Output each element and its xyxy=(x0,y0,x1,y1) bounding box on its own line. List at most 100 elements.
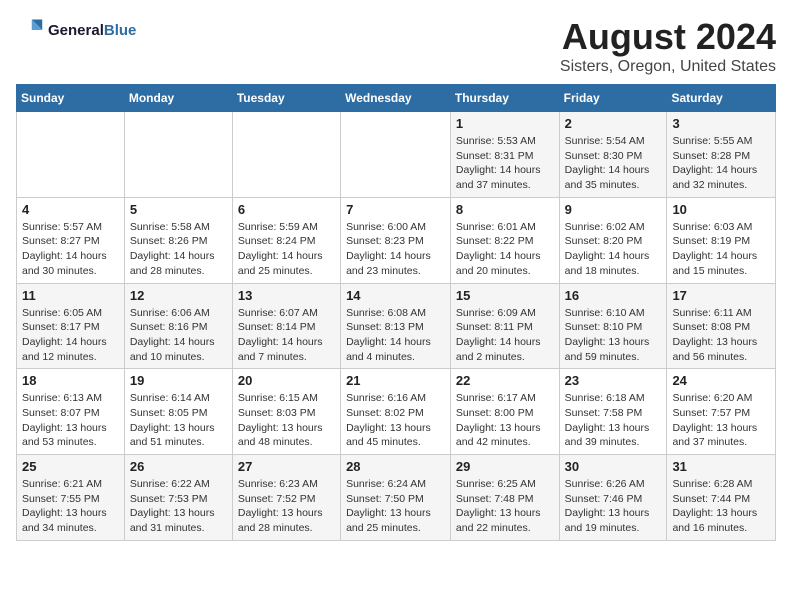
day-info: Sunrise: 6:20 AM Sunset: 7:57 PM Dayligh… xyxy=(672,391,770,450)
calendar-cell: 29 Sunrise: 6:25 AM Sunset: 7:48 PM Dayli… xyxy=(450,455,559,541)
calendar-cell xyxy=(124,112,232,198)
day-number: 30 xyxy=(565,459,662,474)
page-header: GeneralBlue August 2024 Sisters, Oregon,… xyxy=(16,16,776,76)
calendar-cell: 2 Sunrise: 5:54 AM Sunset: 8:30 PM Daylig… xyxy=(559,112,667,198)
logo: GeneralBlue xyxy=(16,16,136,44)
day-number: 28 xyxy=(346,459,445,474)
day-number: 4 xyxy=(22,202,119,217)
calendar-cell: 26 Sunrise: 6:22 AM Sunset: 7:53 PM Dayli… xyxy=(124,455,232,541)
day-info: Sunrise: 6:10 AM Sunset: 8:10 PM Dayligh… xyxy=(565,306,662,365)
day-number: 27 xyxy=(238,459,335,474)
calendar-cell: 24 Sunrise: 6:20 AM Sunset: 7:57 PM Dayli… xyxy=(667,369,776,455)
day-info: Sunrise: 6:26 AM Sunset: 7:46 PM Dayligh… xyxy=(565,477,662,536)
day-info: Sunrise: 5:54 AM Sunset: 8:30 PM Dayligh… xyxy=(565,134,662,193)
day-info: Sunrise: 6:22 AM Sunset: 7:53 PM Dayligh… xyxy=(130,477,227,536)
calendar-cell: 19 Sunrise: 6:14 AM Sunset: 8:05 PM Dayli… xyxy=(124,369,232,455)
day-number: 2 xyxy=(565,116,662,131)
day-info: Sunrise: 6:23 AM Sunset: 7:52 PM Dayligh… xyxy=(238,477,335,536)
day-number: 8 xyxy=(456,202,554,217)
day-number: 21 xyxy=(346,373,445,388)
calendar-cell xyxy=(232,112,340,198)
calendar-cell: 25Sunrise: 6:21 AM Sunset: 7:55 PM Dayli… xyxy=(17,455,125,541)
calendar-cell: 7 Sunrise: 6:00 AM Sunset: 8:23 PM Daylig… xyxy=(341,197,451,283)
calendar-cell: 16 Sunrise: 6:10 AM Sunset: 8:10 PM Dayli… xyxy=(559,283,667,369)
day-info: Sunrise: 6:09 AM Sunset: 8:11 PM Dayligh… xyxy=(456,306,554,365)
day-info: Sunrise: 6:05 AM Sunset: 8:17 PM Dayligh… xyxy=(22,306,119,365)
day-number: 11 xyxy=(22,288,119,303)
day-number: 31 xyxy=(672,459,770,474)
calendar-cell: 6Sunrise: 5:59 AM Sunset: 8:24 PM Daylig… xyxy=(232,197,340,283)
day-number: 24 xyxy=(672,373,770,388)
day-info: Sunrise: 6:24 AM Sunset: 7:50 PM Dayligh… xyxy=(346,477,445,536)
calendar-week-row: 18Sunrise: 6:13 AM Sunset: 8:07 PM Dayli… xyxy=(17,369,776,455)
calendar-cell xyxy=(17,112,125,198)
day-number: 6 xyxy=(238,202,335,217)
calendar-cell: 22 Sunrise: 6:17 AM Sunset: 8:00 PM Dayli… xyxy=(450,369,559,455)
weekday-header: Friday xyxy=(559,85,667,112)
calendar-cell: 11 Sunrise: 6:05 AM Sunset: 8:17 PM Dayli… xyxy=(17,283,125,369)
day-info: Sunrise: 6:17 AM Sunset: 8:00 PM Dayligh… xyxy=(456,391,554,450)
day-info: Sunrise: 6:03 AM Sunset: 8:19 PM Dayligh… xyxy=(672,220,770,279)
calendar-title-section: August 2024 Sisters, Oregon, United Stat… xyxy=(560,16,776,76)
calendar-week-row: 25Sunrise: 6:21 AM Sunset: 7:55 PM Dayli… xyxy=(17,455,776,541)
calendar-cell: 15Sunrise: 6:09 AM Sunset: 8:11 PM Dayli… xyxy=(450,283,559,369)
calendar-cell: 23 Sunrise: 6:18 AM Sunset: 7:58 PM Dayli… xyxy=(559,369,667,455)
day-number: 17 xyxy=(672,288,770,303)
day-number: 12 xyxy=(130,288,227,303)
day-info: Sunrise: 6:15 AM Sunset: 8:03 PM Dayligh… xyxy=(238,391,335,450)
day-info: Sunrise: 6:28 AM Sunset: 7:44 PM Dayligh… xyxy=(672,477,770,536)
calendar-table: SundayMondayTuesdayWednesdayThursdayFrid… xyxy=(16,84,776,541)
day-number: 19 xyxy=(130,373,227,388)
calendar-cell: 14 Sunrise: 6:08 AM Sunset: 8:13 PM Dayli… xyxy=(341,283,451,369)
day-number: 10 xyxy=(672,202,770,217)
calendar-cell: 20 Sunrise: 6:15 AM Sunset: 8:03 PM Dayli… xyxy=(232,369,340,455)
calendar-cell: 9 Sunrise: 6:02 AM Sunset: 8:20 PM Daylig… xyxy=(559,197,667,283)
day-number: 20 xyxy=(238,373,335,388)
day-number: 16 xyxy=(565,288,662,303)
calendar-subtitle: Sisters, Oregon, United States xyxy=(560,58,776,76)
calendar-cell: 30 Sunrise: 6:26 AM Sunset: 7:46 PM Dayli… xyxy=(559,455,667,541)
weekday-header: Monday xyxy=(124,85,232,112)
day-number: 26 xyxy=(130,459,227,474)
calendar-cell: 10 Sunrise: 6:03 AM Sunset: 8:19 PM Dayli… xyxy=(667,197,776,283)
calendar-week-row: 11 Sunrise: 6:05 AM Sunset: 8:17 PM Dayli… xyxy=(17,283,776,369)
day-info: Sunrise: 6:25 AM Sunset: 7:48 PM Dayligh… xyxy=(456,477,554,536)
calendar-cell: 4 Sunrise: 5:57 AM Sunset: 8:27 PM Daylig… xyxy=(17,197,125,283)
day-info: Sunrise: 5:57 AM Sunset: 8:27 PM Dayligh… xyxy=(22,220,119,279)
calendar-title: August 2024 xyxy=(560,16,776,58)
day-info: Sunrise: 6:07 AM Sunset: 8:14 PM Dayligh… xyxy=(238,306,335,365)
day-info: Sunrise: 6:14 AM Sunset: 8:05 PM Dayligh… xyxy=(130,391,227,450)
calendar-cell: 13Sunrise: 6:07 AM Sunset: 8:14 PM Dayli… xyxy=(232,283,340,369)
calendar-cell: 12Sunrise: 6:06 AM Sunset: 8:16 PM Dayli… xyxy=(124,283,232,369)
calendar-cell: 3Sunrise: 5:55 AM Sunset: 8:28 PM Daylig… xyxy=(667,112,776,198)
calendar-cell: 1 Sunrise: 5:53 AM Sunset: 8:31 PM Daylig… xyxy=(450,112,559,198)
day-number: 9 xyxy=(565,202,662,217)
day-info: Sunrise: 6:18 AM Sunset: 7:58 PM Dayligh… xyxy=(565,391,662,450)
day-number: 3 xyxy=(672,116,770,131)
calendar-cell: 5 Sunrise: 5:58 AM Sunset: 8:26 PM Daylig… xyxy=(124,197,232,283)
day-info: Sunrise: 6:08 AM Sunset: 8:13 PM Dayligh… xyxy=(346,306,445,365)
day-number: 7 xyxy=(346,202,445,217)
calendar-cell: 31 Sunrise: 6:28 AM Sunset: 7:44 PM Dayli… xyxy=(667,455,776,541)
calendar-cell: 28 Sunrise: 6:24 AM Sunset: 7:50 PM Dayli… xyxy=(341,455,451,541)
day-number: 5 xyxy=(130,202,227,217)
day-info: Sunrise: 5:58 AM Sunset: 8:26 PM Dayligh… xyxy=(130,220,227,279)
calendar-week-row: 1 Sunrise: 5:53 AM Sunset: 8:31 PM Daylig… xyxy=(17,112,776,198)
weekday-header-row: SundayMondayTuesdayWednesdayThursdayFrid… xyxy=(17,85,776,112)
day-info: Sunrise: 6:00 AM Sunset: 8:23 PM Dayligh… xyxy=(346,220,445,279)
day-number: 23 xyxy=(565,373,662,388)
day-info: Sunrise: 6:16 AM Sunset: 8:02 PM Dayligh… xyxy=(346,391,445,450)
day-info: Sunrise: 5:53 AM Sunset: 8:31 PM Dayligh… xyxy=(456,134,554,193)
day-info: Sunrise: 6:11 AM Sunset: 8:08 PM Dayligh… xyxy=(672,306,770,365)
day-number: 22 xyxy=(456,373,554,388)
day-info: Sunrise: 6:02 AM Sunset: 8:20 PM Dayligh… xyxy=(565,220,662,279)
day-number: 1 xyxy=(456,116,554,131)
weekday-header: Thursday xyxy=(450,85,559,112)
weekday-header: Sunday xyxy=(17,85,125,112)
day-info: Sunrise: 6:21 AM Sunset: 7:55 PM Dayligh… xyxy=(22,477,119,536)
calendar-cell: 21 Sunrise: 6:16 AM Sunset: 8:02 PM Dayli… xyxy=(341,369,451,455)
day-number: 14 xyxy=(346,288,445,303)
weekday-header: Saturday xyxy=(667,85,776,112)
day-number: 29 xyxy=(456,459,554,474)
weekday-header: Tuesday xyxy=(232,85,340,112)
